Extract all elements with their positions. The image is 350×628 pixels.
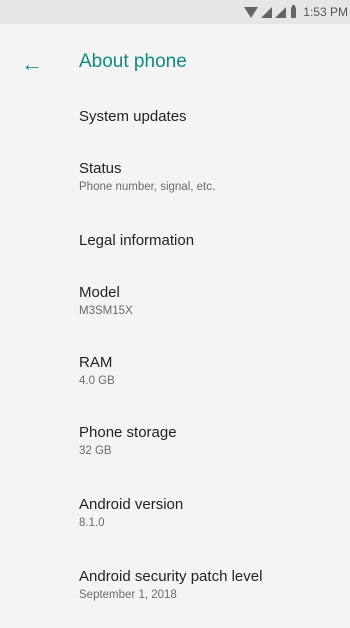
item-title: System updates bbox=[79, 108, 187, 125]
item-subtitle: Phone number, signal, etc. bbox=[79, 181, 216, 193]
item-subtitle: 4.0 GB bbox=[79, 375, 115, 387]
status-icons: 1:53 PM bbox=[244, 0, 350, 24]
arrow-left-icon: ← bbox=[21, 51, 43, 76]
list-item-android-version[interactable]: Android version 8.1.0 bbox=[0, 496, 350, 556]
item-title: Android version bbox=[79, 496, 184, 513]
item-title: RAM bbox=[79, 354, 113, 371]
page-title: About phone bbox=[79, 51, 187, 72]
signal-icon bbox=[261, 6, 273, 18]
list-item-model[interactable]: Model M3SM15X bbox=[0, 284, 350, 344]
list-item-security-patch-level[interactable]: Android security patch level September 1… bbox=[0, 568, 350, 628]
list-item-system-updates[interactable]: System updates bbox=[0, 104, 350, 164]
item-subtitle: 32 GB bbox=[79, 445, 112, 457]
item-title: Legal information bbox=[79, 232, 195, 249]
app-bar: ← About phone bbox=[0, 24, 350, 104]
back-button[interactable]: ← bbox=[14, 46, 50, 82]
battery-icon bbox=[291, 4, 297, 18]
item-title: Status bbox=[79, 160, 122, 177]
list-item-legal-information[interactable]: Legal information bbox=[0, 228, 350, 288]
list-item-phone-storage[interactable]: Phone storage 32 GB bbox=[0, 424, 350, 484]
item-title: Model bbox=[79, 284, 120, 301]
item-subtitle: September 1, 2018 bbox=[79, 589, 177, 601]
wifi-icon bbox=[244, 6, 259, 18]
item-subtitle: M3SM15X bbox=[79, 305, 133, 317]
item-subtitle: 8.1.0 bbox=[79, 517, 105, 529]
list-item-status[interactable]: Status Phone number, signal, etc. bbox=[0, 160, 350, 220]
list-item-ram[interactable]: RAM 4.0 GB bbox=[0, 354, 350, 414]
status-time: 1:53 PM bbox=[303, 5, 348, 19]
item-title: Android security patch level bbox=[79, 568, 263, 585]
item-title: Phone storage bbox=[79, 424, 177, 441]
status-bar: 1:53 PM bbox=[0, 0, 350, 24]
signal-icon-2 bbox=[275, 6, 287, 18]
